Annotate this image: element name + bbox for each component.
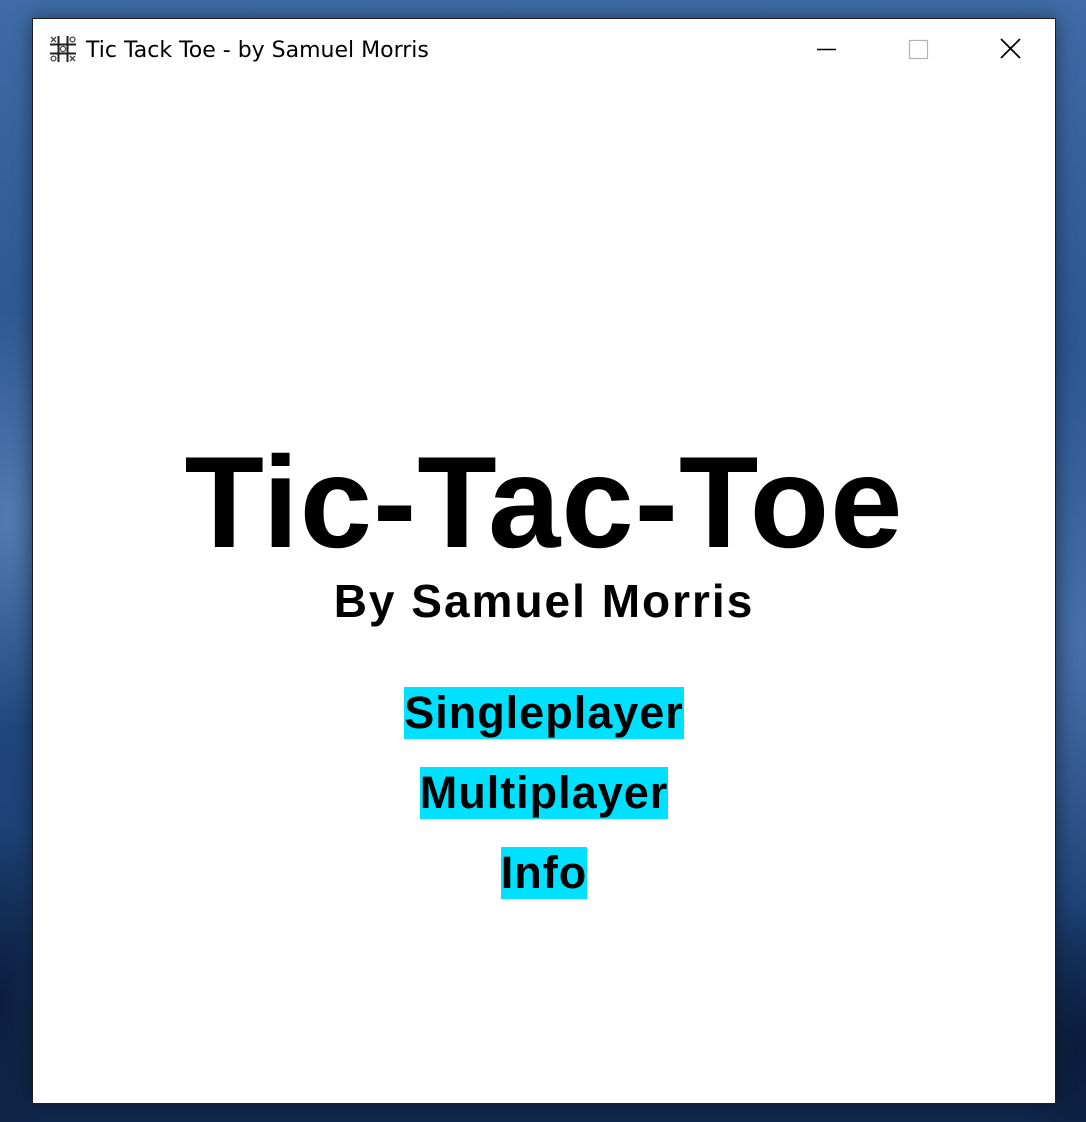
- maximize-icon: [908, 39, 929, 60]
- singleplayer-button[interactable]: Singleplayer: [404, 687, 684, 739]
- tic-tac-toe-grid-icon: [49, 35, 77, 63]
- author-byline: By Samuel Morris: [333, 575, 755, 627]
- title-bar[interactable]: Tic Tack Toe - by Samuel Morris: [33, 19, 1055, 81]
- menu-row-info: Info: [33, 847, 1055, 899]
- game-title: Tic-Tac-Toe: [184, 429, 904, 575]
- window-title: Tic Tack Toe - by Samuel Morris: [86, 38, 429, 63]
- close-button[interactable]: [964, 19, 1056, 81]
- menu-row-multiplayer: Multiplayer: [33, 767, 1055, 819]
- maximize-button[interactable]: [872, 19, 964, 81]
- close-icon: [1000, 38, 1021, 59]
- multiplayer-button[interactable]: Multiplayer: [419, 767, 669, 819]
- app-window: Tic Tack Toe - by Samuel Morris Tic-Tac-…: [32, 18, 1056, 1104]
- menu-row-singleplayer: Singleplayer: [33, 687, 1055, 739]
- game-screen: Tic-Tac-Toe By Samuel Morris Singleplaye…: [33, 81, 1055, 1103]
- minimize-button[interactable]: [780, 19, 872, 81]
- info-button[interactable]: Info: [500, 847, 588, 899]
- minimize-icon: [817, 48, 836, 51]
